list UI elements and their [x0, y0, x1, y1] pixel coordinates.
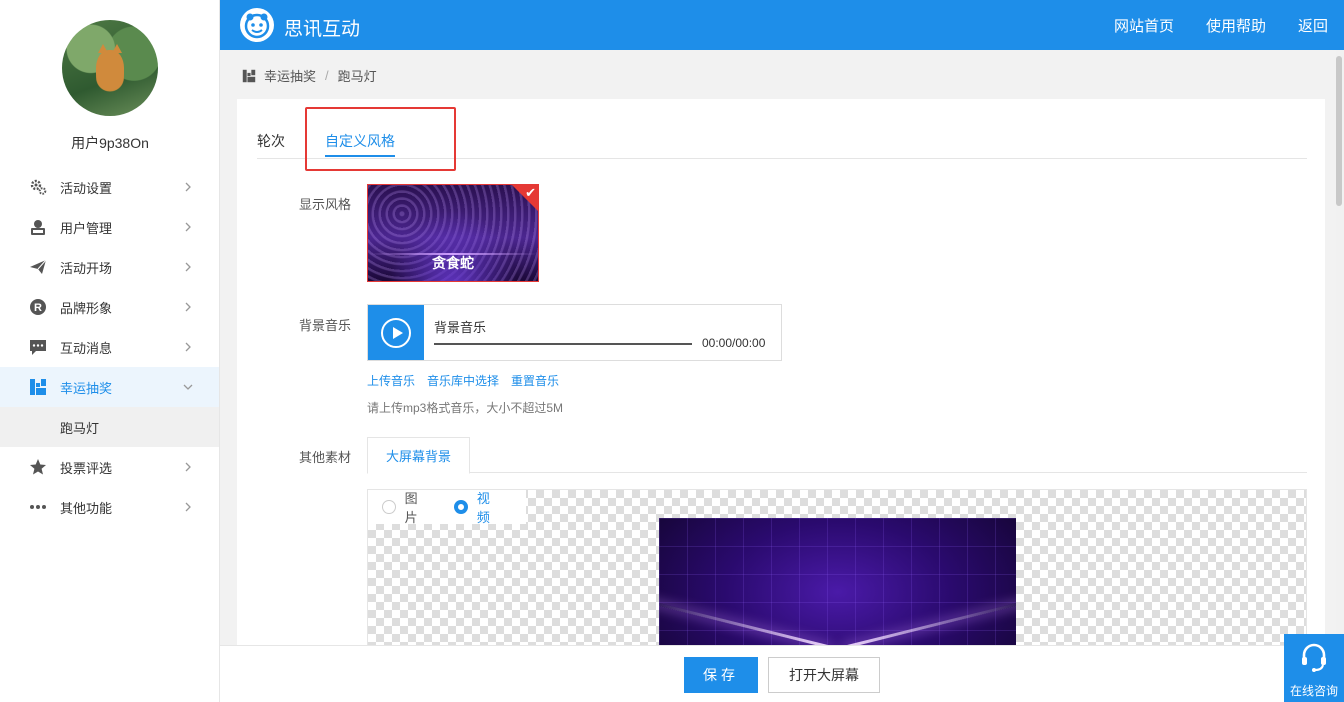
- sidebar-item-label: 投票评选: [60, 460, 113, 476]
- scrollbar[interactable]: [1336, 50, 1344, 645]
- sidebar-menu: 活动设置 用户管理 活动开场 R 品牌形象 互动消息 幸运抽奖 跑马灯 投票评选…: [0, 167, 219, 527]
- brand-logo-icon[interactable]: [240, 8, 274, 42]
- svg-text:R: R: [34, 302, 42, 314]
- chevron-right-icon: [185, 502, 191, 512]
- sidebar-item-label: 活动设置: [60, 180, 113, 196]
- scrollbar-thumb[interactable]: [1336, 56, 1342, 206]
- gears-icon: [28, 177, 48, 197]
- chevron-right-icon: [185, 302, 191, 312]
- nav-home-link[interactable]: 网站首页: [1114, 15, 1174, 36]
- music-library-link[interactable]: 音乐库中选择: [427, 372, 499, 389]
- sidebar-item-label: 其他功能: [60, 500, 113, 516]
- display-style-label: 显示风格: [299, 197, 352, 212]
- breadcrumb-current: 跑马灯: [337, 69, 377, 84]
- headset-icon: [1302, 643, 1326, 672]
- music-time: 00:00/00:00: [702, 336, 766, 350]
- consult-label: 在线咨询: [1289, 684, 1338, 698]
- sidebar: 用户9p38On 活动设置 用户管理 活动开场 R 品牌形象 互动消息 幸运抽奖…: [0, 0, 220, 702]
- tab-rounds[interactable]: 轮次: [257, 131, 285, 151]
- more-dots-icon: [28, 497, 48, 517]
- background-music-label: 背景音乐: [299, 318, 352, 333]
- sidebar-item-brand-image[interactable]: R 品牌形象: [0, 287, 219, 327]
- play-icon: [381, 317, 411, 348]
- sidebar-item-user-management[interactable]: 用户管理: [0, 207, 219, 247]
- radio-image[interactable]: 图片: [382, 488, 430, 526]
- header-nav: 网站首页 使用帮助 返回: [1114, 0, 1344, 50]
- main-card: 轮次 自定义风格 显示风格 贪食蛇 ✔ 背景音乐 背景音乐 00:00/00:0…: [237, 99, 1325, 702]
- style-thumbnail[interactable]: 贪食蛇 ✔: [367, 184, 539, 282]
- music-title: 背景音乐: [434, 320, 487, 335]
- music-actions: 上传音乐 音乐库中选择 重置音乐: [367, 372, 571, 389]
- online-consult-button[interactable]: 在线咨询: [1284, 634, 1344, 702]
- media-type-radio-group: 图片 视频: [368, 488, 526, 526]
- sidebar-item-voting[interactable]: 投票评选: [0, 447, 219, 487]
- progress-bar[interactable]: [434, 343, 692, 345]
- avatar[interactable]: [62, 20, 158, 116]
- sidebar-item-interactive-messages[interactable]: 互动消息: [0, 327, 219, 367]
- upload-music-link[interactable]: 上传音乐: [367, 372, 415, 389]
- sidebar-item-other-features[interactable]: 其他功能: [0, 487, 219, 527]
- highlight-box: [305, 107, 456, 171]
- nav-back-link[interactable]: 返回: [1298, 15, 1328, 36]
- check-icon: ✔: [525, 185, 536, 200]
- sidebar-item-label: 用户管理: [60, 220, 113, 236]
- sidebar-item-activity-settings[interactable]: 活动设置: [0, 167, 219, 207]
- reset-music-link[interactable]: 重置音乐: [511, 372, 559, 389]
- other-materials-label: 其他素材: [299, 450, 352, 465]
- username: 用户9p38On: [71, 135, 149, 151]
- sidebar-item-label: 品牌形象: [60, 300, 113, 316]
- audio-player: 背景音乐 00:00/00:00: [367, 304, 782, 361]
- chevron-right-icon: [185, 222, 191, 232]
- radio-label: 视频: [476, 491, 490, 525]
- registered-icon: R: [28, 297, 48, 317]
- nav-help-link[interactable]: 使用帮助: [1206, 15, 1266, 36]
- sidebar-item-activity-opening[interactable]: 活动开场: [0, 247, 219, 287]
- brand-name: 思讯互动: [284, 19, 361, 40]
- cat-photo: [96, 44, 124, 90]
- breadcrumb: 幸运抽奖 / 跑马灯: [242, 66, 377, 85]
- style-name: 贪食蛇: [432, 255, 474, 271]
- footer-bar: 保存 打开大屏幕: [220, 645, 1344, 702]
- radio-checked-icon: [454, 500, 468, 514]
- user-card-icon: [28, 217, 48, 237]
- chevron-right-icon: [185, 182, 191, 192]
- tab-screen-background[interactable]: 大屏幕背景: [367, 437, 470, 474]
- radio-unchecked-icon: [382, 500, 396, 514]
- sidebar-item-label: 幸运抽奖: [60, 380, 113, 396]
- top-header: 思讯互动 网站首页 使用帮助 返回: [220, 0, 1344, 50]
- lottery-icon: [28, 377, 48, 397]
- sidebar-item-label: 活动开场: [60, 260, 113, 276]
- chevron-right-icon: [185, 462, 191, 472]
- star-icon: [28, 457, 48, 477]
- chat-icon: [28, 337, 48, 357]
- radio-label: 图片: [404, 491, 418, 525]
- breadcrumb-parent[interactable]: 幸运抽奖: [264, 66, 316, 85]
- chevron-right-icon: [185, 342, 191, 352]
- materials-tabs: 大屏幕背景: [367, 437, 1307, 474]
- sidebar-item-lucky-draw[interactable]: 幸运抽奖: [0, 367, 219, 407]
- open-big-screen-button[interactable]: 打开大屏幕: [768, 657, 880, 693]
- breadcrumb-separator: /: [325, 68, 329, 83]
- lottery-icon: [242, 69, 256, 82]
- chevron-down-icon: [183, 384, 193, 390]
- save-button[interactable]: 保存: [684, 657, 758, 693]
- paper-plane-icon: [28, 257, 48, 277]
- sidebar-subitem-marquee[interactable]: 跑马灯: [0, 407, 219, 447]
- sidebar-item-label: 互动消息: [60, 340, 113, 356]
- chevron-right-icon: [185, 262, 191, 272]
- play-button[interactable]: [368, 305, 424, 360]
- radio-video[interactable]: 视频: [454, 488, 502, 526]
- music-hint: 请上传mp3格式音乐，大小不超过5M: [367, 401, 564, 415]
